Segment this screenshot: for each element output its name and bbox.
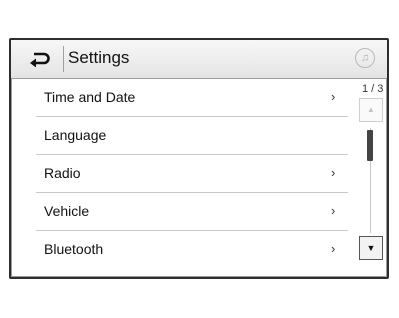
settings-item-radio[interactable]: Radio › [11,155,346,192]
settings-item-label: Time and Date [44,89,136,105]
settings-item-label: Bluetooth [44,241,104,257]
scroll-down-button[interactable]: ▼ [359,236,383,260]
settings-item-vehicle[interactable]: Vehicle › [11,193,346,230]
chevron-right-icon: › [331,165,336,180]
settings-item-time-and-date[interactable]: Time and Date › [11,79,346,116]
settings-item-language[interactable]: Language [11,117,346,154]
music-note-icon[interactable]: ♫ [355,48,375,68]
settings-screen: Settings ♫ Time and Date › Language Radi… [9,38,389,279]
settings-item-label: Radio [44,165,81,181]
back-button[interactable] [17,46,64,72]
settings-item-label: Vehicle [44,203,90,219]
settings-item-bluetooth[interactable]: Bluetooth › [11,231,346,268]
page-indicator: 1 / 3 [362,83,384,95]
settings-item-label: Language [44,127,107,143]
chevron-right-icon: › [331,241,336,256]
scroll-up-button[interactable]: ▲ [359,98,383,122]
chevron-right-icon: › [331,203,336,218]
back-arrow-icon [29,51,51,67]
chevron-right-icon: › [331,89,336,104]
page-title: Settings [68,48,130,67]
scrollbar-thumb[interactable] [367,130,373,161]
header-bar: Settings ♫ [11,40,387,79]
